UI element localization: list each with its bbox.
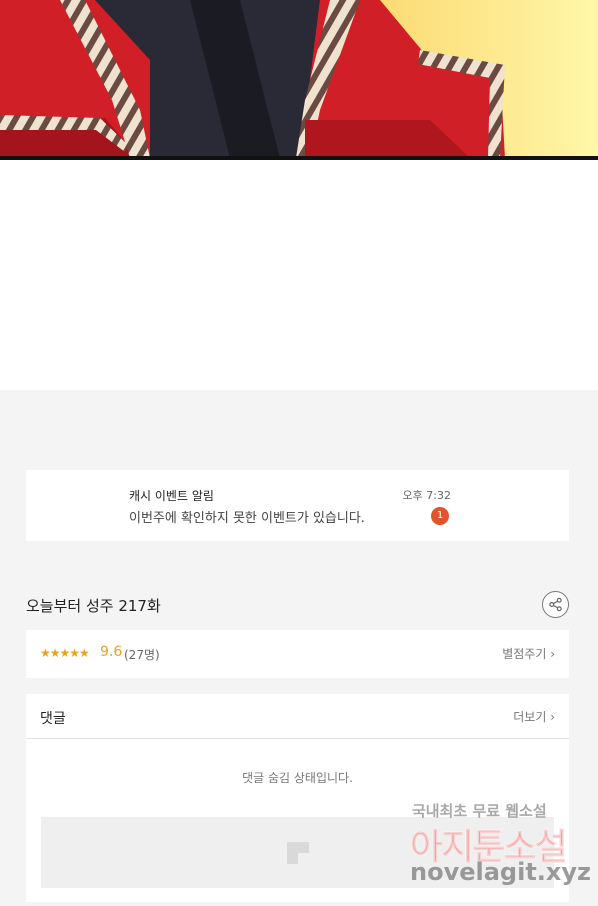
- notification-title: 캐시 이벤트 알림: [129, 489, 214, 503]
- notification-message: 이번주에 확인하지 못한 이벤트가 있습니다.: [129, 511, 365, 526]
- rating-count: (27명): [124, 648, 160, 662]
- unread-badge: 1: [431, 507, 449, 525]
- cash-event-notification[interactable]: 캐시 이벤트 알림 이번주에 확인하지 못한 이벤트가 있습니다. 오후 7:3…: [26, 470, 569, 541]
- content-spacer: [0, 160, 598, 390]
- rating-score: 9.6: [100, 644, 123, 660]
- rate-button[interactable]: 별점주기 ›: [502, 645, 555, 662]
- comments-header: 댓글 더보기 ›: [26, 694, 569, 739]
- image-placeholder-icon: [287, 842, 309, 864]
- watermark: 국내최초 무료 웹소설 아지툰소설 novelagit.xyz: [408, 798, 592, 888]
- more-comments-link[interactable]: 더보기 ›: [513, 708, 555, 725]
- share-button[interactable]: [542, 591, 569, 618]
- episode-title: 오늘부터 성주 217화: [26, 597, 161, 615]
- watermark-url: novelagit.xyz: [410, 858, 592, 886]
- rating-stars: ★★★★★: [40, 646, 90, 660]
- notification-time: 오후 7:32: [402, 489, 451, 502]
- comic-panel: [0, 0, 598, 160]
- comments-hidden-message: 댓글 숨김 상태입니다.: [242, 771, 353, 785]
- share-icon: [549, 597, 562, 612]
- rating-card: ★★★★★ 9.6 (27명) 별점주기 ›: [26, 630, 569, 678]
- comments-title: 댓글: [40, 711, 66, 727]
